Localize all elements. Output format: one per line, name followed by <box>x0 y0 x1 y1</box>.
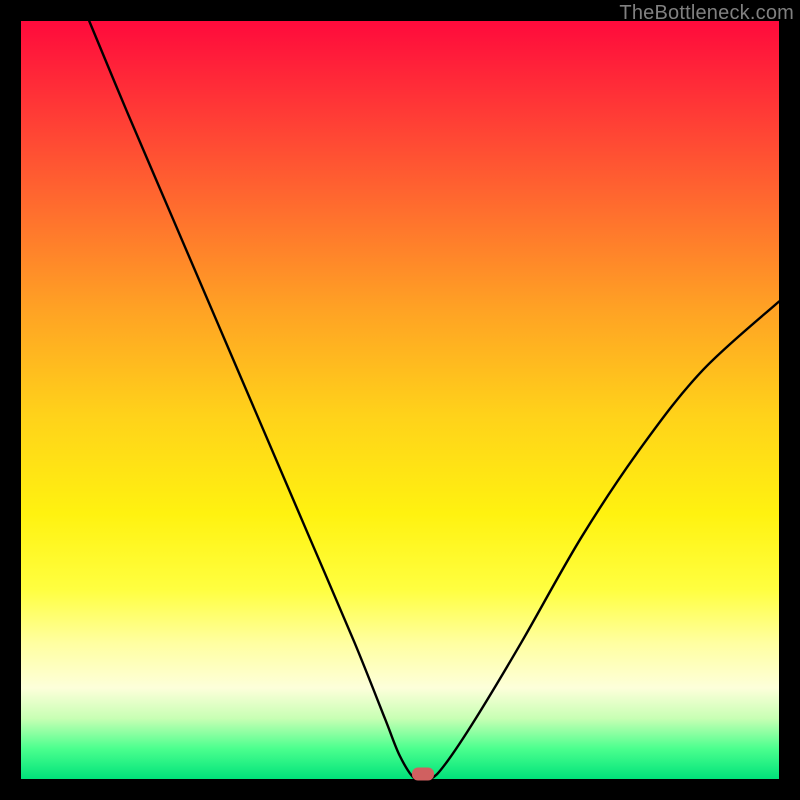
chart-area <box>21 21 779 779</box>
bottleneck-curve <box>21 21 779 779</box>
bottleneck-marker <box>412 767 434 780</box>
attribution-text: TheBottleneck.com <box>619 2 794 25</box>
